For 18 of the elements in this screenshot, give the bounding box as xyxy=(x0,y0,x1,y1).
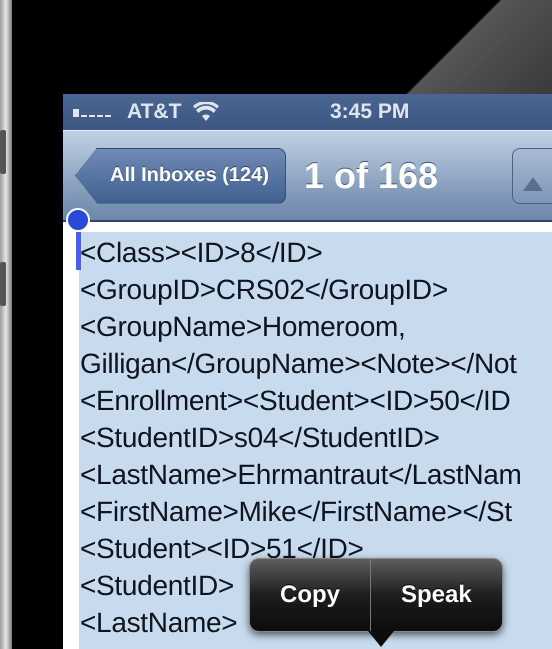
message-text-line: <Class><ID>8</ID> xyxy=(79,236,322,270)
menu-pointer-icon xyxy=(368,631,394,647)
message-text-line: <LastName> xyxy=(79,606,238,640)
message-text-line: <GroupID>CRS02</GroupID> xyxy=(79,273,448,307)
message-text-line: <FirstName>Mike</FirstName></St xyxy=(79,495,512,529)
clock-time: 3:45 PM xyxy=(330,100,410,124)
message-text-line: <LastName>Ehrmantraut</LastNam xyxy=(79,458,522,492)
message-counter: 1 of 168 xyxy=(304,154,438,196)
message-text-line: <Enrollment><Student><ID>50</ID xyxy=(79,384,510,418)
wifi-icon xyxy=(193,102,220,122)
message-text-line: <GroupName>Homeroom, xyxy=(79,310,406,344)
up-arrow-icon xyxy=(522,176,542,190)
message-text-line: Gilligan</GroupName><Note></Not xyxy=(79,347,517,381)
previous-button[interactable] xyxy=(512,148,552,204)
carrier-name: AT&T xyxy=(127,100,182,124)
message-text-line: <StudentID>s04</StudentID> xyxy=(79,421,440,455)
back-button[interactable]: All Inboxes (124) xyxy=(75,148,286,204)
message-text-line: <StudentID> xyxy=(79,569,234,603)
